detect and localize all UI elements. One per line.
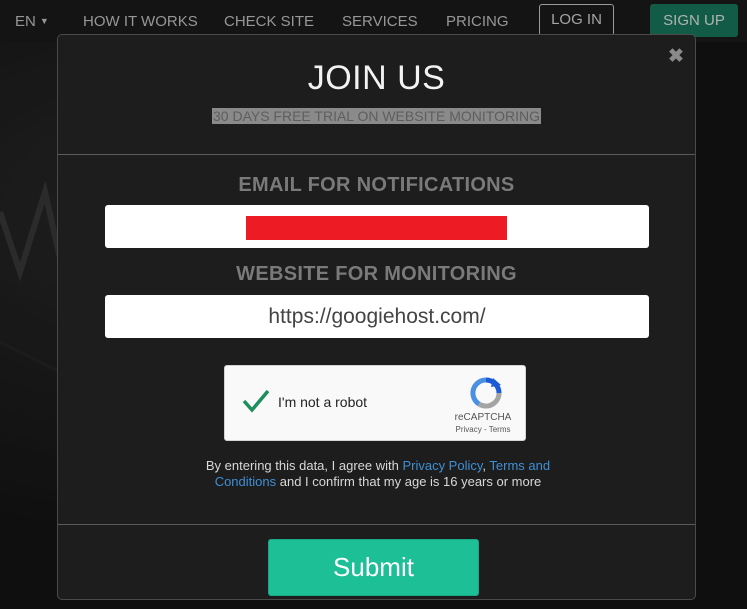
checkmark-icon[interactable] (241, 386, 271, 416)
modal-subtitle-text: 30 DAYS FREE TRIAL ON WEBSITE MONITORING (212, 108, 541, 124)
consent-text: By entering this data, I agree with Priv… (178, 458, 578, 490)
divider (58, 524, 695, 525)
privacy-policy-link[interactable]: Privacy Policy (402, 458, 482, 473)
recaptcha-links[interactable]: Privacy - Terms (443, 425, 523, 434)
join-modal: ✖ JOIN US 30 DAYS FREE TRIAL ON WEBSITE … (57, 34, 696, 600)
modal-subtitle: 30 DAYS FREE TRIAL ON WEBSITE MONITORING (58, 108, 695, 126)
recaptcha-label: I'm not a robot (278, 394, 368, 410)
website-label: WEBSITE FOR MONITORING (236, 263, 517, 285)
consent-prefix: By entering this data, I agree with (205, 458, 403, 473)
email-redaction (246, 216, 507, 240)
website-field[interactable] (105, 295, 649, 338)
recaptcha-widget[interactable]: I'm not a robot reCAPTCHA Privacy - Term… (224, 365, 526, 441)
recaptcha-logo-icon (470, 377, 502, 409)
consent-suffix: and I confirm that my age is 16 years or… (276, 474, 542, 489)
divider (58, 154, 695, 155)
email-label: EMAIL FOR NOTIFICATIONS (238, 174, 515, 196)
recaptcha-brand: reCAPTCHA (454, 412, 512, 423)
modal-title: JOIN US (307, 59, 446, 97)
submit-button[interactable]: Submit (268, 539, 479, 596)
